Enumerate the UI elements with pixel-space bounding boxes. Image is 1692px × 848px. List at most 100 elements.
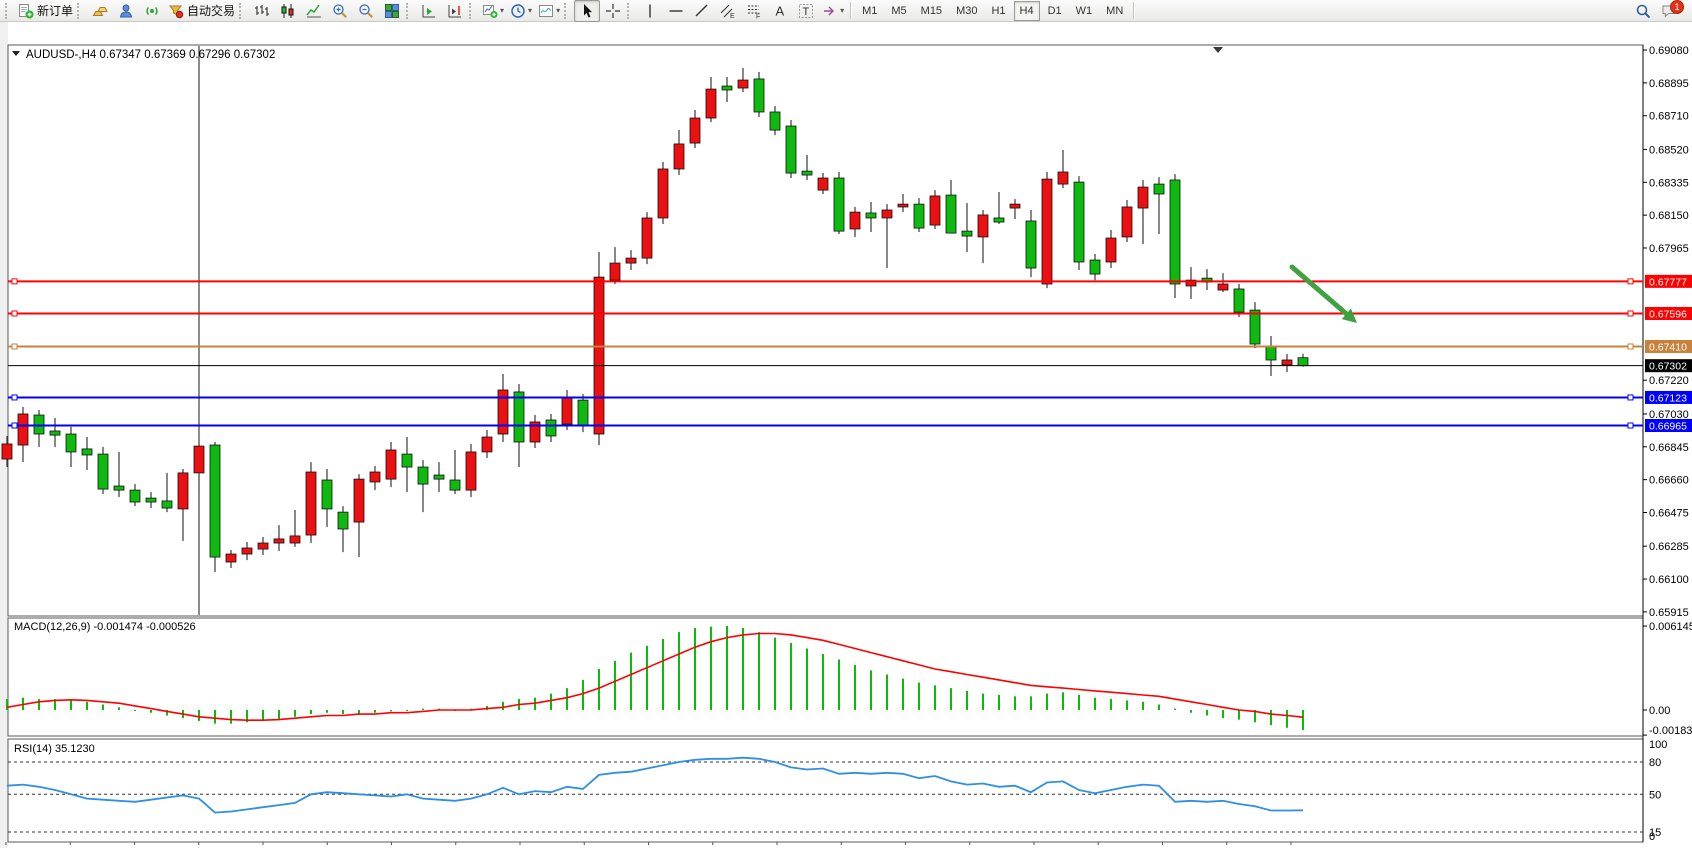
macd-histogram-bar [1286,710,1288,728]
bull-candle [706,89,716,118]
macd-histogram-bar [422,709,424,710]
bull-candle [1058,172,1068,184]
svg-text:AUDUSD-,H4 0.67347 0.67369 0.: AUDUSD-,H4 0.67347 0.67369 0.67296 0.673… [26,49,275,61]
svg-text:0.68150: 0.68150 [1649,210,1689,222]
toolbar-group-handle [564,3,571,19]
horizontal-line-tool-button[interactable] [663,0,689,22]
macd-histogram-bar [582,680,584,710]
svg-text:0.67965: 0.67965 [1649,243,1689,255]
candlestick-chart-icon [280,3,296,19]
bull-candle [1138,187,1148,208]
line-chart-button[interactable] [301,0,327,22]
bear-candle [1250,310,1260,344]
bear-candle [786,126,796,173]
main-chart-panel[interactable] [8,45,1643,616]
svg-text:-0.001837: -0.001837 [1649,725,1692,737]
bull-candle [562,397,572,424]
bull-candle [674,144,684,169]
bull-candle [738,80,748,88]
text-tool-button[interactable]: A [767,0,793,22]
bull-candle [354,479,364,522]
bull-candle [226,554,236,562]
chart-shift-button[interactable] [442,0,468,22]
svg-text:E: E [730,13,735,19]
new-order-button-label: 新订单 [37,2,73,19]
data-window-button[interactable] [113,0,139,22]
timeframe-button-w1[interactable]: W1 [1070,1,1099,21]
rsi-panel[interactable] [8,739,1643,842]
bull-candle [594,277,604,434]
bull-candle [690,118,700,143]
timeframe-button-h4[interactable]: H4 [1014,1,1040,21]
macd-histogram-bar [502,702,504,710]
bull-candle [306,472,316,535]
line-chart-icon [306,3,322,19]
vertical-line-tool-button[interactable] [637,0,663,22]
trendline-tool-button[interactable] [689,0,715,22]
zoom-out-button[interactable] [353,0,379,22]
bull-candle [370,472,380,482]
notifications-button[interactable]: 1 [1656,0,1682,22]
auto-scroll-button[interactable] [416,0,442,22]
macd-histogram-bar [1078,695,1080,710]
svg-text:0.66100: 0.66100 [1649,574,1689,586]
bull-candle [1106,238,1116,262]
bull-candle [1122,207,1132,237]
macd-histogram-bar [630,653,632,710]
equidistant-channel-tool-button[interactable]: E [715,0,741,22]
search-button[interactable] [1630,0,1656,22]
new-order-button[interactable]: 新订单 [15,0,76,22]
toolbar-group-handle [469,3,476,19]
svg-text:0.66965: 0.66965 [1649,421,1687,433]
chevron-down-icon: ▾ [556,6,560,15]
auto-trading-button[interactable]: 自动交易 [165,0,238,22]
bear-candle [1170,180,1180,284]
macd-histogram-bar [998,695,1000,710]
candlestick-chart-button[interactable] [275,0,301,22]
svg-text:0.66660: 0.66660 [1649,475,1689,487]
periods-icon [510,3,526,19]
macd-histogram-bar [1206,710,1208,715]
macd-histogram-bar [1302,710,1304,730]
new-chart-button[interactable]: ▾ [479,0,507,22]
bull-candle [610,263,620,280]
svg-text:50: 50 [1649,789,1661,801]
timeframe-button-m30[interactable]: M30 [950,1,983,21]
text-label-tool-button[interactable]: T [793,0,819,22]
timeframe-button-mn[interactable]: MN [1100,1,1129,21]
cursor-tool-button[interactable] [574,0,600,22]
timeframe-button-m5[interactable]: M5 [885,1,912,21]
macd-histogram-bar [70,700,72,710]
bar-chart-button[interactable] [249,0,275,22]
fibonacci-tool-button[interactable]: F [741,0,767,22]
svg-text:0.67777: 0.67777 [1649,276,1687,288]
tile-windows-button[interactable] [379,0,405,22]
arrows-tool-button[interactable]: ▾ [819,0,847,22]
macd-panel[interactable] [8,618,1643,736]
macd-histogram-bar [742,628,744,710]
timeframe-button-h1[interactable]: H1 [985,1,1011,21]
toolbar-group-handle [406,3,413,19]
templates-button[interactable]: ▾ [535,0,563,22]
timeframe-button-m15[interactable]: M15 [915,1,948,21]
macd-histogram-bar [1094,698,1096,710]
crosshair-tool-button[interactable] [600,0,626,22]
timeframe-button-d1[interactable]: D1 [1042,1,1068,21]
chevron-down-icon: ▾ [500,6,504,15]
svg-text:0.67220: 0.67220 [1649,375,1689,387]
periods-button[interactable]: ▾ [507,0,535,22]
bull-candle [178,473,188,509]
chevron-down-icon: ▾ [840,6,844,15]
market-watch-button[interactable] [87,0,113,22]
zoom-in-button[interactable] [327,0,353,22]
macd-histogram-bar [374,710,376,713]
svg-text:0.69080: 0.69080 [1649,45,1689,57]
chart-area[interactable]: 0.677770.675960.674100.671230.669650.673… [0,22,1692,848]
svg-text:0.67596: 0.67596 [1649,308,1687,320]
bull-candle [930,196,940,225]
new-chart-icon [482,3,498,19]
timeframe-button-m1[interactable]: M1 [856,1,883,21]
bear-candle [866,213,876,218]
signals-button[interactable] [139,0,165,22]
svg-text:F: F [756,13,760,19]
